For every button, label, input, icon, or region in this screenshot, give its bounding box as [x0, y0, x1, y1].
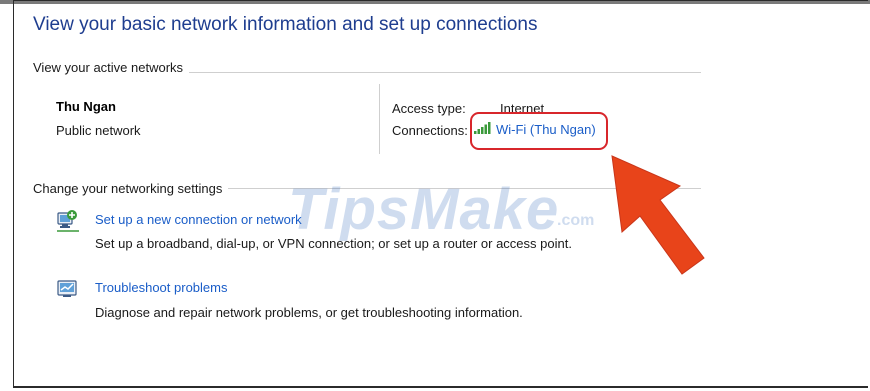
- connection-highlight-box: [470, 112, 608, 150]
- access-type-label: Access type:: [392, 101, 466, 116]
- network-name: Thu Ngan: [56, 99, 116, 114]
- pointer-arrow-icon: [611, 155, 705, 275]
- troubleshoot-link[interactable]: Troubleshoot problems: [95, 280, 227, 295]
- settings-heading: Change your networking settings: [33, 181, 229, 196]
- setup-connection-link[interactable]: Set up a new connection or network: [95, 212, 302, 227]
- active-networks-heading: View your active networks: [33, 60, 190, 75]
- connections-label: Connections:: [392, 123, 468, 138]
- troubleshoot-description: Diagnose and repair network problems, or…: [95, 305, 523, 320]
- troubleshoot-icon: [56, 278, 78, 300]
- network-divider: [379, 84, 380, 154]
- watermark-logo: TipsMake: [288, 177, 560, 242]
- page-title: View your basic network information and …: [33, 14, 538, 35]
- network-type: Public network: [56, 123, 141, 138]
- watermark-suffix: .com: [557, 212, 595, 229]
- network-setup-icon: [56, 209, 79, 232]
